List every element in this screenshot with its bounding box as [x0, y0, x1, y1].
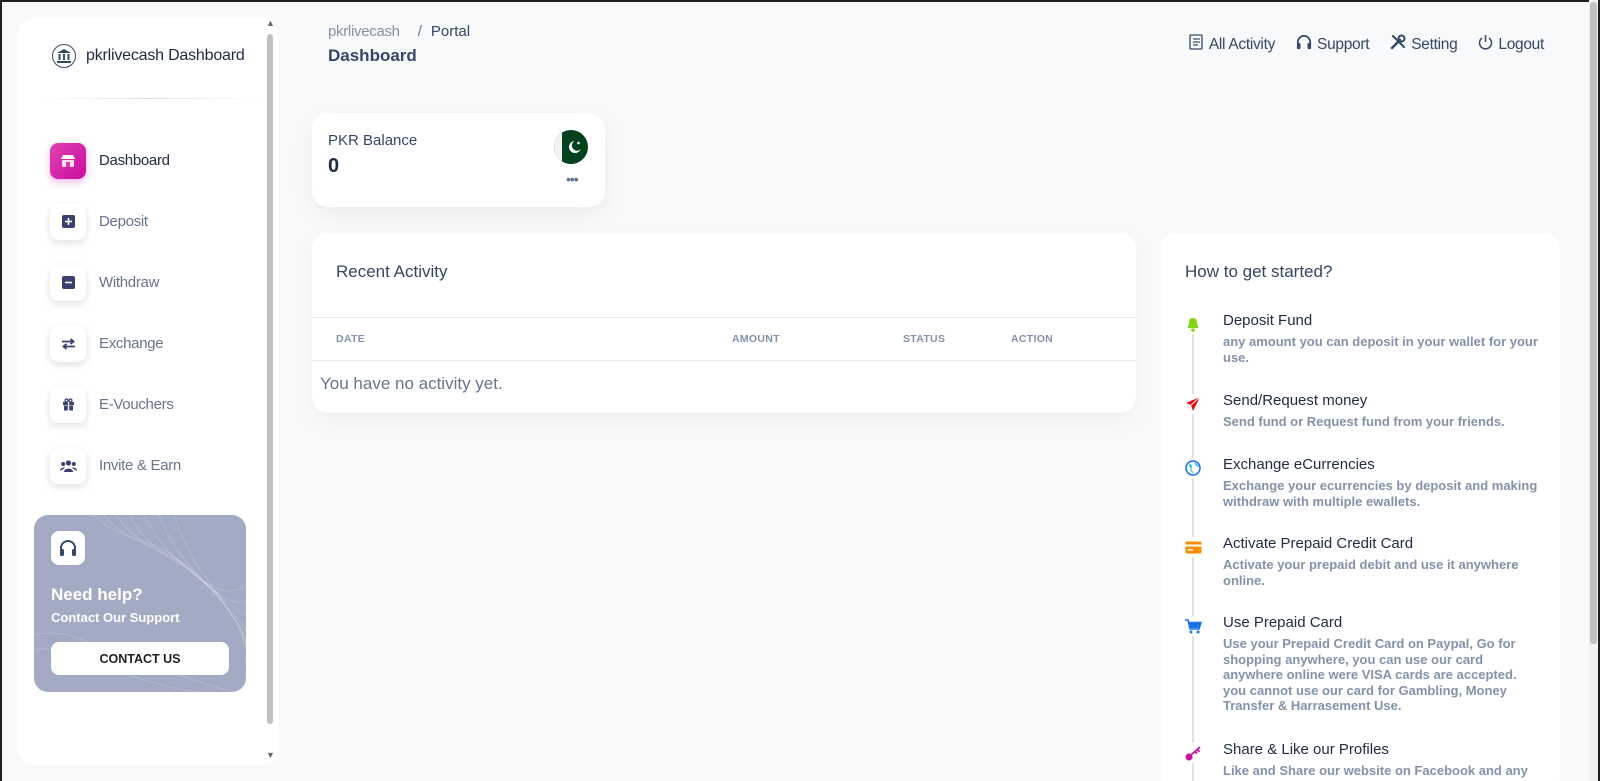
step-title: Deposit Fund: [1223, 312, 1313, 329]
balance-card: PKR Balance 0 •••: [312, 113, 605, 207]
breadcrumb-current: Portal: [430, 23, 471, 40]
recent-activity-card: Recent Activity DATE AMOUNT STATUS ACTIO…: [312, 233, 1136, 413]
sidebar-scroll-up[interactable]: ▲: [266, 18, 275, 28]
step-title: Use Prepaid Card: [1223, 614, 1343, 631]
more-options-icon[interactable]: •••: [566, 171, 579, 187]
step-title: Exchange eCurrencies: [1223, 456, 1375, 473]
brand-divider: [38, 98, 262, 99]
step-description: Exchange your ecurrencies by deposit and…: [1223, 478, 1538, 509]
breadcrumb: pkrlivecash / Portal: [328, 23, 470, 40]
all-activity-label: All Activity: [1208, 35, 1276, 53]
step-title: Share & Like our Profiles: [1223, 741, 1389, 758]
brand-name: pkrlivecash Dashboard: [86, 47, 245, 64]
sidebar-item-label: Exchange: [99, 335, 164, 352]
getting-started-card: How to get started? Deposit Fund any amo…: [1161, 233, 1560, 781]
globe-icon: [1183, 458, 1203, 478]
page-title: Dashboard: [328, 46, 417, 65]
bank-icon: [52, 44, 76, 68]
page-scroll-thumb[interactable]: [1590, 2, 1597, 644]
step-description: Like and Share our website on Facebook a…: [1223, 763, 1528, 778]
plus-square-icon: [50, 203, 86, 240]
step-description: Use your Prepaid Credit Card on Paypal, …: [1223, 636, 1517, 713]
sidebar-item-exchange[interactable]: Exchange: [50, 313, 181, 374]
window-left-border: [0, 0, 2, 781]
logout-link[interactable]: Logout: [1478, 34, 1544, 55]
step-title: Activate Prepaid Credit Card: [1223, 535, 1414, 552]
step-description: Send fund or Request fund from your frie…: [1223, 414, 1505, 429]
sidebar-item-evouchers[interactable]: E-Vouchers: [50, 374, 181, 435]
sidebar-item-deposit[interactable]: Deposit: [50, 191, 181, 252]
paper-plane-icon: [1183, 394, 1203, 414]
sidebar-item-label: Dashboard: [99, 152, 170, 169]
support-label: Support: [1317, 35, 1370, 53]
column-action: ACTION: [1011, 333, 1054, 345]
power-icon: [1478, 34, 1493, 55]
credit-card-icon: [1183, 537, 1203, 557]
key-icon: [1183, 743, 1203, 763]
help-card: Need help? Contact Our Support CONTACT U…: [34, 515, 246, 692]
pakistan-flag-icon: [554, 130, 588, 164]
step-title: Send/Request money: [1223, 392, 1368, 409]
shop-icon: [50, 142, 86, 179]
step-description: Activate your prepaid debit and use it a…: [1223, 557, 1519, 588]
logout-label: Logout: [1498, 35, 1544, 53]
activity-table: DATE AMOUNT STATUS ACTION: [312, 317, 1136, 361]
sidebar: pkrlivecash Dashboard Dashboard Deposit …: [18, 18, 278, 765]
empty-activity-message: You have no activity yet.: [320, 374, 503, 393]
tools-icon: [1390, 34, 1406, 55]
help-title: Need help?: [51, 585, 143, 604]
window-top-border: [0, 0, 1600, 2]
setting-label: Setting: [1411, 35, 1458, 53]
sidebar-item-label: Invite & Earn: [99, 457, 181, 474]
getting-started-title: How to get started?: [1185, 262, 1333, 281]
breadcrumb-parent[interactable]: pkrlivecash: [328, 23, 400, 40]
sidebar-scrollbar[interactable]: [266, 30, 274, 724]
list-icon: [1189, 34, 1204, 55]
sidebar-item-label: Withdraw: [99, 274, 160, 291]
setting-link[interactable]: Setting: [1390, 34, 1458, 55]
sidebar-item-label: E-Vouchers: [99, 396, 174, 413]
brand[interactable]: pkrlivecash Dashboard: [52, 44, 245, 68]
recent-activity-title: Recent Activity: [336, 262, 448, 281]
headset-icon: [51, 531, 85, 565]
column-status: STATUS: [903, 333, 946, 345]
step-description: any amount you can deposit in your walle…: [1223, 334, 1538, 365]
sidebar-scroll-thumb[interactable]: [267, 34, 273, 724]
sidebar-item-invite-earn[interactable]: Invite & Earn: [50, 435, 181, 496]
gift-icon: [50, 386, 86, 423]
support-link[interactable]: Support: [1296, 34, 1370, 55]
top-actions: All Activity Support Setting Logout: [1189, 34, 1544, 55]
sidebar-item-dashboard[interactable]: Dashboard: [50, 130, 181, 191]
table-header-row: DATE AMOUNT STATUS ACTION: [312, 317, 1136, 361]
users-icon: [50, 447, 86, 484]
contact-us-button[interactable]: CONTACT US: [51, 642, 229, 675]
all-activity-link[interactable]: All Activity: [1189, 34, 1275, 55]
balance-label: PKR Balance: [328, 132, 418, 149]
column-amount: AMOUNT: [732, 333, 780, 345]
sidebar-scroll-down[interactable]: ▼: [266, 750, 275, 760]
minus-square-icon: [50, 264, 86, 301]
help-subtitle: Contact Our Support: [51, 610, 180, 625]
cart-icon: [1183, 616, 1203, 636]
sidebar-item-label: Deposit: [99, 213, 148, 230]
headset-icon: [1296, 34, 1312, 55]
bell-icon: [1183, 314, 1203, 334]
exchange-icon: [50, 325, 86, 362]
column-date: DATE: [336, 333, 366, 345]
sidebar-item-withdraw[interactable]: Withdraw: [50, 252, 181, 313]
sidebar-nav: Dashboard Deposit Withdraw Exchange E-Vo…: [50, 130, 181, 496]
breadcrumb-separator: /: [417, 23, 422, 40]
balance-value: 0: [328, 155, 340, 177]
